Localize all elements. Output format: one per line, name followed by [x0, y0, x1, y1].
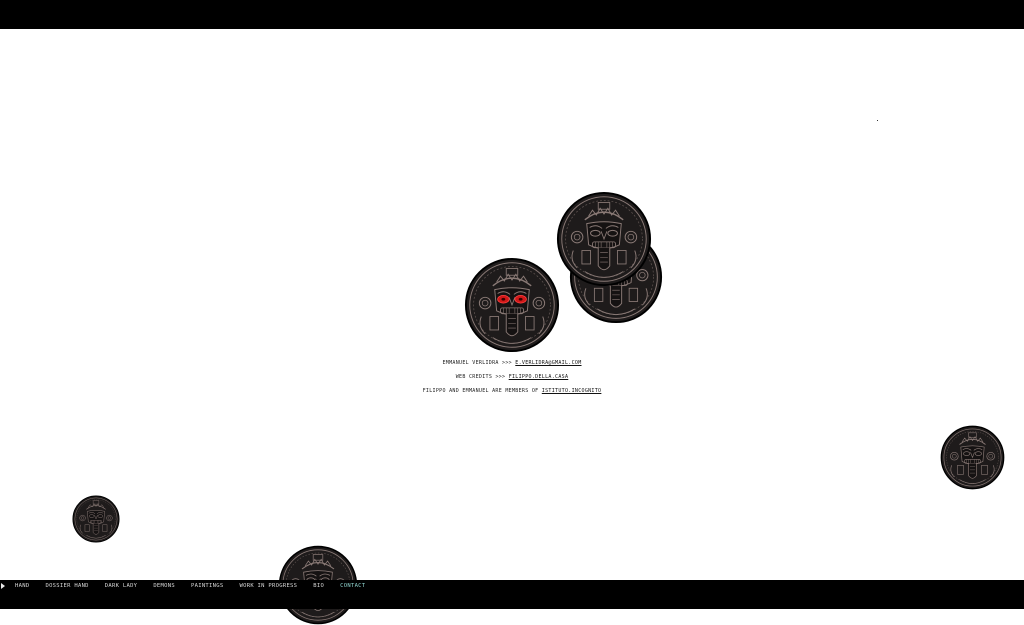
aztec-medallion-icon[interactable] [72, 495, 120, 543]
aztec-medallion-red-eyes-icon[interactable] [464, 257, 560, 353]
nav-item-demons[interactable]: DEMONS [153, 583, 175, 589]
nav-item-contact[interactable]: CONTACT [340, 583, 365, 589]
nav-item-work-in-progress[interactable]: WORK IN PROGRESS [240, 583, 298, 589]
credits-link[interactable]: FILIPPO.DELLA.CASA [509, 374, 569, 380]
play-icon[interactable] [1, 583, 5, 589]
aztec-medallion-icon[interactable] [556, 191, 652, 287]
members-label: FILIPPO AND EMMANUEL ARE MEMBERS OF [422, 388, 539, 394]
nav-item-bio[interactable]: BIO [313, 583, 324, 589]
credits-label: WEB CREDITS >>> [455, 374, 506, 380]
contact-line-members: FILIPPO AND EMMANUEL ARE MEMBERS OF ISTI… [412, 384, 612, 398]
speck [877, 120, 878, 121]
contact-line-email: EMMANUEL VERLIDRA >>> E.VERLIDRA@GMAIL.C… [412, 356, 612, 370]
top-bar [0, 0, 1024, 29]
contact-info: EMMANUEL VERLIDRA >>> E.VERLIDRA@GMAIL.C… [412, 356, 612, 398]
members-link[interactable]: ISTITUTO.INCOGNITO [542, 388, 602, 394]
aztec-medallion-icon[interactable] [940, 425, 1005, 490]
nav-item-hand[interactable]: HAND [15, 583, 29, 589]
main-nav: HAND DOSSIER HAND DARK LADY DEMONS PAINT… [0, 580, 381, 592]
email-link[interactable]: E.VERLIDRA@GMAIL.COM [515, 360, 581, 366]
contact-line-credits: WEB CREDITS >>> FILIPPO.DELLA.CASA [412, 370, 612, 384]
bottom-bar: HAND DOSSIER HAND DARK LADY DEMONS PAINT… [0, 580, 1024, 609]
nav-item-dossier-hand[interactable]: DOSSIER HAND [45, 583, 88, 589]
nav-item-paintings[interactable]: PAINTINGS [191, 583, 224, 589]
email-label: EMMANUEL VERLIDRA >>> [442, 360, 512, 366]
nav-item-dark-lady[interactable]: DARK LADY [105, 583, 138, 589]
